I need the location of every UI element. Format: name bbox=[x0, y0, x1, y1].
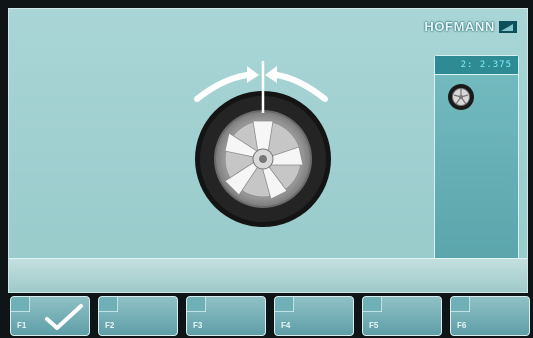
key-label: F2 bbox=[105, 321, 115, 330]
f2-button[interactable]: F2 bbox=[98, 296, 178, 336]
status-bar bbox=[9, 258, 527, 292]
key-label: F6 bbox=[457, 321, 467, 330]
f5-button[interactable]: F5 bbox=[362, 296, 442, 336]
brand-name: HOFMANN bbox=[424, 19, 495, 34]
function-key-bar: F1 F2 F3 F4 F5 F6 bbox=[0, 296, 533, 338]
brand-mark-icon bbox=[499, 20, 517, 33]
key-tab bbox=[275, 297, 294, 312]
key-tab bbox=[99, 297, 118, 312]
f6-button[interactable]: F6 bbox=[450, 296, 530, 336]
check-icon bbox=[45, 304, 83, 330]
key-label: F1 bbox=[17, 321, 27, 330]
wheel-mini-icon bbox=[448, 84, 474, 110]
key-tab bbox=[451, 297, 470, 312]
key-tab bbox=[11, 297, 30, 312]
f1-button[interactable]: F1 bbox=[10, 296, 90, 336]
f4-button[interactable]: F4 bbox=[274, 296, 354, 336]
panel-header: 2: 2.375 bbox=[435, 56, 518, 75]
key-label: F4 bbox=[281, 321, 291, 330]
wheel-rotation-illustration bbox=[194, 61, 331, 227]
side-info-panel: 2: 2.375 bbox=[434, 55, 519, 267]
balancer-screen: HOFMANN 2: 2.375 F1 F2 F3 F4 F5 F6 bbox=[0, 0, 533, 338]
key-label: F3 bbox=[193, 321, 203, 330]
key-label: F5 bbox=[369, 321, 379, 330]
key-tab bbox=[363, 297, 382, 312]
f3-button[interactable]: F3 bbox=[186, 296, 266, 336]
brand-logo: HOFMANN bbox=[424, 19, 517, 34]
key-tab bbox=[187, 297, 206, 312]
main-display: HOFMANN 2: 2.375 bbox=[8, 8, 528, 293]
measurement-readout: 2: 2.375 bbox=[460, 60, 512, 70]
